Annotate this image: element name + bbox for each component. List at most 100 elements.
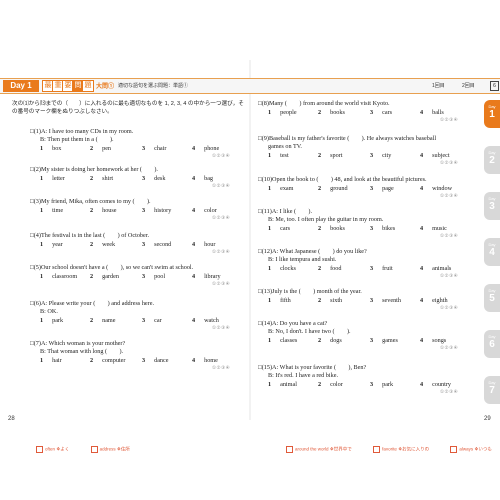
answer-option[interactable]: 2 ground <box>318 185 348 193</box>
answer-bubbles[interactable]: ①②③④ <box>212 215 230 221</box>
answer-option[interactable]: 1 park <box>40 317 63 325</box>
answer-option[interactable]: 2 color <box>318 381 343 389</box>
answer-option[interactable]: 4 bag <box>192 175 213 183</box>
answer-option[interactable]: 1 fifth <box>268 297 291 305</box>
option-label: subject <box>432 152 450 159</box>
answer-bubbles[interactable]: ①②③④ <box>212 183 230 189</box>
day-tab-5[interactable]: Day 5 <box>484 284 500 312</box>
answer-option[interactable]: 1 hair <box>40 357 62 365</box>
answer-option[interactable]: 4 home <box>192 357 218 365</box>
answer-option[interactable]: 3 chair <box>142 145 166 153</box>
option-label: garden <box>102 273 119 280</box>
answer-option[interactable]: 1 letter <box>40 175 65 183</box>
answer-bubbles[interactable]: ①②③④ <box>440 345 458 351</box>
answer-option[interactable]: 3 dance <box>142 357 169 365</box>
answer-option[interactable]: 1 clocks <box>268 265 296 273</box>
question-sentence: A: I have too many CDs in my room. <box>40 128 134 135</box>
option-number: 2 <box>90 241 94 248</box>
day-tab-7[interactable]: Day 7 <box>484 376 500 404</box>
answer-bubbles[interactable]: ①②③④ <box>440 193 458 199</box>
answer-option[interactable]: 1 animal <box>268 381 297 389</box>
question-item: □(12)A: What Japanese ( ) do you like? B:… <box>258 248 490 288</box>
day-tab-6[interactable]: Day 6 <box>484 330 500 358</box>
answer-option[interactable]: 4 country <box>420 381 451 389</box>
day-tab-2[interactable]: Day 2 <box>484 146 500 174</box>
answer-option[interactable]: 2 computer <box>90 357 125 365</box>
answer-option[interactable]: 2 sport <box>318 152 342 160</box>
answer-bubbles[interactable]: ①②③④ <box>212 153 230 159</box>
answer-option[interactable]: 2 week <box>90 241 115 249</box>
option-label: chair <box>154 145 167 152</box>
option-number: 2 <box>318 265 322 272</box>
day-tab-1[interactable]: Day 1 <box>484 100 500 128</box>
answer-option[interactable]: 4 library <box>192 273 221 281</box>
answer-option[interactable]: 2 books <box>318 225 345 233</box>
answer-bubbles[interactable]: ①②③④ <box>212 365 230 371</box>
question-second-line: B: Then put them in a ( ). <box>40 136 114 143</box>
answer-option[interactable]: 3 second <box>142 241 171 249</box>
option-number: 4 <box>192 273 196 280</box>
answer-option[interactable]: 2 sixth <box>318 297 342 305</box>
option-number: 2 <box>90 317 94 324</box>
question-text: □(2)My sister is doing her homework at h… <box>30 166 158 174</box>
answer-option[interactable]: 3 games <box>370 337 398 345</box>
answer-bubbles[interactable]: ①②③④ <box>212 325 230 331</box>
answer-option[interactable]: 3 park <box>370 381 393 389</box>
answer-option[interactable]: 3 desk <box>142 175 165 183</box>
answer-bubbles[interactable]: ①②③④ <box>440 273 458 279</box>
answer-option[interactable]: 2 name <box>90 317 116 325</box>
answer-bubbles[interactable]: ①②③④ <box>440 233 458 239</box>
answer-option[interactable]: 3 cars <box>370 109 392 117</box>
option-number: 3 <box>142 357 146 364</box>
answer-option[interactable]: 2 garden <box>90 273 119 281</box>
answer-bubbles[interactable]: ①②③④ <box>440 305 458 311</box>
question-sentence: A: What is your favorite ( ), Ben? <box>272 364 367 371</box>
answer-option[interactable]: 3 car <box>142 317 162 325</box>
answer-option[interactable]: 3 seventh <box>370 297 401 305</box>
question-item: □(15)A: What is your favorite ( ), Ben? B… <box>258 364 490 404</box>
answer-option[interactable]: 1 exam <box>268 185 294 193</box>
answer-option[interactable]: 1 classes <box>268 337 297 345</box>
answer-option[interactable]: 4 subject <box>420 152 450 160</box>
answer-option[interactable]: 2 books <box>318 109 345 117</box>
answer-option[interactable]: 1 box <box>40 145 61 153</box>
answer-option[interactable]: 4 watch <box>192 317 219 325</box>
answer-option[interactable]: 1 people <box>268 109 297 117</box>
answer-option[interactable]: 4 color <box>192 207 217 215</box>
answer-option[interactable]: 1 time <box>40 207 63 215</box>
answer-option[interactable]: 4 animals <box>420 265 451 273</box>
question-item: □(1)A: I have too many CDs in my room. B:… <box>30 128 262 168</box>
answer-option[interactable]: 1 year <box>40 241 63 249</box>
answer-option[interactable]: 3 pool <box>142 273 165 281</box>
answer-option[interactable]: 3 fruit <box>370 265 393 273</box>
answer-option[interactable]: 4 hour <box>192 241 215 249</box>
answer-option[interactable]: 4 music <box>420 225 447 233</box>
answer-option[interactable]: 4 phone <box>192 145 219 153</box>
option-label: people <box>280 109 297 116</box>
answer-bubbles[interactable]: ①②③④ <box>440 117 458 123</box>
option-label: classroom <box>52 273 78 280</box>
answer-option[interactable]: 2 food <box>318 265 341 273</box>
answer-option[interactable]: 3 history <box>142 207 171 215</box>
answer-option[interactable]: 2 pen <box>90 145 111 153</box>
answer-option[interactable]: 3 bikes <box>370 225 395 233</box>
answer-option[interactable]: 1 cars <box>268 225 290 233</box>
answer-option[interactable]: 4 balls <box>420 109 444 117</box>
answer-bubbles[interactable]: ①②③④ <box>440 389 458 395</box>
answer-option[interactable]: 1 classroom <box>40 273 77 281</box>
answer-option[interactable]: 2 house <box>90 207 117 215</box>
answer-option[interactable]: 3 page <box>370 185 394 193</box>
answer-option[interactable]: 4 eighth <box>420 297 448 305</box>
day-tab-3[interactable]: Day 3 <box>484 192 500 220</box>
answer-option[interactable]: 1 test <box>268 152 289 160</box>
answer-option[interactable]: 4 songs <box>420 337 446 345</box>
answer-bubbles[interactable]: ①②③④ <box>212 249 230 255</box>
answer-option[interactable]: 2 shirt <box>90 175 113 183</box>
answer-option[interactable]: 2 dogs <box>318 337 342 345</box>
answer-option[interactable]: 4 window <box>420 185 452 193</box>
answer-bubbles[interactable]: ①②③④ <box>440 160 458 166</box>
day-tab-4[interactable]: Day 4 <box>484 238 500 266</box>
answer-option[interactable]: 3 city <box>370 152 391 160</box>
answer-bubbles[interactable]: ①②③④ <box>212 281 230 287</box>
checkbox-icon <box>450 446 458 453</box>
